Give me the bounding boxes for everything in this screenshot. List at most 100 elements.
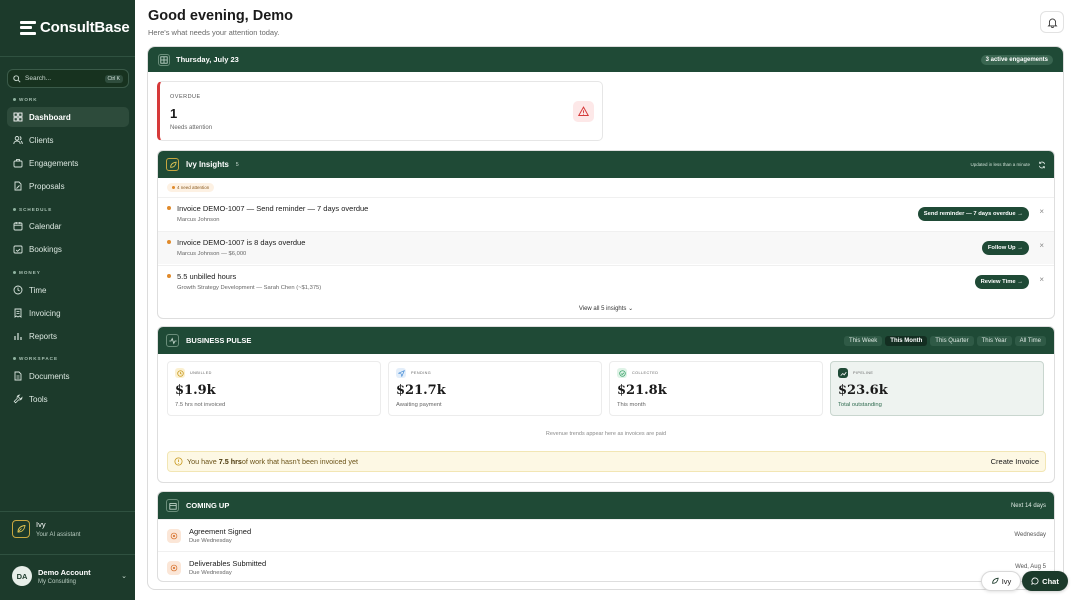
today-date: Thursday, July 23 [176, 55, 239, 64]
assistant-name: Ivy [36, 520, 46, 529]
overdue-card[interactable]: OVERDUE 1 Needs attention [157, 81, 603, 141]
item-date: Wed, Aug 5 [1015, 564, 1046, 570]
insight-sub: Growth Strategy Development — Sarah Chen… [177, 285, 322, 291]
sidebar-item-engagements[interactable]: Engagements [7, 153, 129, 173]
users-icon [13, 136, 23, 145]
stat-sub: Total outstanding [838, 402, 882, 408]
refresh-icon[interactable] [1038, 161, 1046, 169]
sidebar-divider [0, 554, 135, 555]
button-label: Ivy [1001, 576, 1012, 586]
list-item[interactable]: Agreement Signed Due Wednesday Wednesday [158, 519, 1054, 551]
account-org: My Consulting [38, 578, 77, 585]
sidebar-item-documents[interactable]: Documents [7, 366, 129, 386]
document-edit-icon [14, 181, 22, 191]
insight-title: 5.5 unbilled hours [177, 272, 237, 281]
ivy-button[interactable]: Ivy [981, 571, 1021, 591]
tab-all-time[interactable]: All Time [1014, 335, 1046, 346]
search-input[interactable]: Search... Ctrl K [7, 69, 129, 88]
unbilled-text-prefix: You have [187, 457, 219, 466]
business-pulse-title: BUSINESS PULSE [186, 336, 252, 345]
create-invoice-button[interactable]: Create Invoice [991, 457, 1039, 466]
section-label-workspace: WORKSPACE [13, 356, 58, 361]
dismiss-icon[interactable]: × [1039, 241, 1044, 250]
briefcase-icon [13, 159, 23, 168]
review-time-button[interactable]: Review Time → [974, 275, 1029, 289]
stat-collected[interactable]: COLLECTED $21.8k This month [609, 361, 823, 416]
receipt-icon [14, 308, 22, 318]
tab-this-month[interactable]: This Month [885, 335, 928, 346]
calendar-icon [13, 222, 23, 231]
stat-pipeline[interactable]: PIPELINE $23.6k Total outstanding [830, 361, 1044, 416]
sidebar-item-tools[interactable]: Tools [7, 389, 129, 409]
chat-button[interactable]: Chat [1022, 571, 1068, 591]
stat-value: $23.6k [838, 383, 888, 398]
stat-pending[interactable]: PENDING $21.7k Awaiting payment [388, 361, 602, 416]
section-label-money: MONEY [13, 270, 41, 275]
sidebar-item-label: Engagements [29, 158, 79, 168]
tab-this-year[interactable]: This Year [976, 335, 1012, 346]
stat-sub: This month [617, 402, 646, 408]
section-label-schedule: SCHEDULE [13, 207, 52, 212]
list-item[interactable]: Deliverables Submitted Due Wednesday Wed… [158, 551, 1054, 581]
insight-sub: Marcus Johnson — $6,000 [177, 251, 247, 257]
sidebar-item-calendar[interactable]: Calendar [7, 216, 129, 236]
chevron-down-icon: ⌄ [121, 573, 127, 580]
sidebar-item-clients[interactable]: Clients [7, 130, 129, 150]
notifications-button[interactable] [1040, 11, 1064, 33]
stat-label: UNBILLED [190, 371, 212, 375]
sidebar-item-bookings[interactable]: Bookings [7, 239, 129, 259]
page-subtitle: Here's what needs your attention today. [148, 28, 280, 37]
sidebar-item-label: Tools [29, 394, 48, 404]
sidebar-item-invoicing[interactable]: Invoicing [7, 303, 129, 323]
chat-bubble-icon [1031, 577, 1039, 585]
button-label: Chat [1042, 576, 1059, 586]
view-all-insights-link[interactable]: View all 5 insights ⌄ [158, 305, 1054, 312]
search-placeholder: Search... [25, 75, 52, 82]
sidebar-item-label: Clients [29, 135, 54, 145]
insight-title: Invoice DEMO-1007 — Send reminder — 7 da… [177, 204, 369, 213]
button-label: Follow Up [987, 245, 1016, 251]
check-circle-icon [617, 368, 627, 378]
account-switcher[interactable]: DA Demo Account My Consulting ⌄ [12, 566, 127, 586]
leaf-icon [991, 577, 999, 584]
sidebar-item-dashboard[interactable]: Dashboard [7, 107, 129, 127]
dismiss-icon[interactable]: × [1039, 207, 1044, 216]
app-logo[interactable]: ConsultBase [20, 19, 130, 36]
sidebar-item-proposals[interactable]: Proposals [7, 176, 129, 196]
search-shortcut: Ctrl K [104, 74, 123, 83]
page-title: Good evening, Demo [148, 8, 294, 24]
section-label-work: WORK [13, 97, 38, 102]
stat-label: PIPELINE [853, 371, 874, 375]
account-name: Demo Account [38, 567, 91, 577]
stat-value: $21.8k [617, 383, 667, 398]
insight-title: Invoice DEMO-1007 is 8 days overdue [177, 238, 306, 247]
file-icon [14, 371, 22, 381]
leaf-icon [12, 520, 30, 538]
tab-this-week[interactable]: This Week [844, 335, 883, 346]
button-label: Send reminder — 7 days overdue [923, 211, 1016, 217]
follow-up-button[interactable]: Follow Up → [981, 241, 1029, 255]
send-reminder-button[interactable]: Send reminder — 7 days overdue → [917, 207, 1029, 221]
item-title: Deliverables Submitted [189, 559, 267, 568]
insights-updated: Updated in less than a minute [970, 162, 1030, 167]
ivy-assistant[interactable]: Ivy Your AI assistant [12, 520, 80, 538]
calendar-icon [166, 499, 179, 512]
stat-unbilled[interactable]: UNBILLED $1.9k 7.5 hrs not invoiced [167, 361, 381, 416]
item-date: Wednesday [1014, 532, 1046, 538]
grid-icon [13, 112, 23, 122]
item-sub: Due Wednesday [189, 538, 232, 544]
sidebar-item-time[interactable]: Time [7, 280, 129, 300]
tab-this-quarter[interactable]: This Quarter [930, 335, 974, 346]
dismiss-icon[interactable]: × [1039, 275, 1044, 284]
sidebar-item-label: Dashboard [29, 112, 71, 122]
business-pulse-card: BUSINESS PULSE This Week This Month This… [157, 326, 1055, 483]
ivy-insights-header: Ivy Insights 5 Updated in less than a mi… [158, 151, 1054, 178]
stat-value: $21.7k [396, 383, 446, 398]
unbilled-text-suffix: of work that hasn't been invoiced yet [241, 457, 358, 466]
period-tabs: This Week This Month This Quarter This Y… [844, 335, 1046, 346]
status-dot [167, 274, 171, 278]
stat-label: COLLECTED [632, 371, 659, 375]
engagements-badge[interactable]: 3 active engagements [980, 54, 1053, 65]
sidebar-item-reports[interactable]: Reports [7, 326, 129, 346]
activity-icon [166, 334, 179, 347]
